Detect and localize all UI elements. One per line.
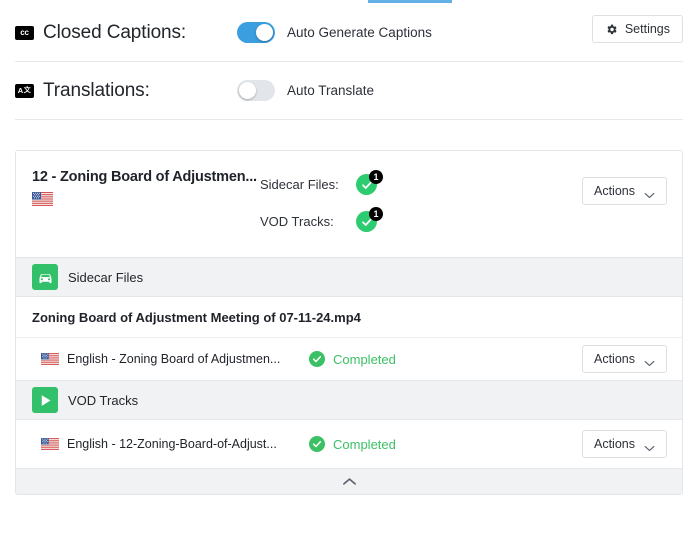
chevron-down-icon [644,356,655,363]
asset-card: 12 - Zoning Board of Adjustmen... [15,150,683,495]
group-name-vod-tracks: VOD Tracks [68,393,138,408]
vod-tracks-count-row: VOD Tracks: 1 [260,206,682,236]
toggle-knob [239,82,256,99]
track-label-group: English - 12-Zoning-Board-of-Adjust... [41,437,309,451]
us-flag-icon [41,438,59,450]
translations-label-group: A文 Translations: [15,80,237,102]
track-label-group: English - Zoning Board of Adjustmen... [41,352,309,366]
asset-title: 12 - Zoning Board of Adjustmen... [32,169,260,185]
translations-label: Translations: [43,80,150,102]
asset-actions-button[interactable]: Actions [582,177,667,205]
auto-translate-toggle[interactable] [237,80,275,101]
asset-title-column: 12 - Zoning Board of Adjustmen... [32,167,260,206]
track-row: English - Zoning Board of Adjustmen... C… [16,337,682,380]
asset-actions-wrapper: Actions [582,177,667,205]
track-actions-button[interactable]: Actions [582,430,667,458]
track-row: English - 12-Zoning-Board-of-Adjust... C… [16,420,682,468]
sidecar-files-status-badge: 1 [356,172,384,196]
asset-card-header: 12 - Zoning Board of Adjustmen... [16,151,682,257]
vod-tracks-count-label: VOD Tracks: [260,214,356,229]
tab-active-indicator[interactable] [368,0,452,3]
track-status-label: Completed [333,437,396,452]
track-label: English - Zoning Board of Adjustmen... [67,352,280,366]
collapse-card-button[interactable] [16,468,682,494]
auto-translate-label: Auto Translate [287,83,374,98]
toggle-knob [256,24,273,41]
check-circle-icon [309,436,325,452]
closed-caption-icon: cc [15,26,34,40]
asset-actions-label: Actions [594,184,635,198]
translate-icon: A文 [15,84,34,98]
sidecar-files-count-label: Sidecar Files: [260,177,356,192]
chevron-up-icon [342,477,357,486]
track-label: English - 12-Zoning-Board-of-Adjust... [67,437,277,451]
settings-button-label: Settings [625,22,670,36]
closed-captions-label-group: cc Closed Captions: [15,22,237,44]
track-actions-label: Actions [594,437,635,451]
us-flag-icon [41,353,59,365]
track-status: Completed [309,436,582,452]
chevron-down-icon [644,188,655,195]
vod-tracks-status-badge: 1 [356,209,384,233]
car-icon [32,264,58,290]
sidecar-files-count-bubble: 1 [369,170,383,184]
settings-button[interactable]: Settings [592,15,683,43]
us-flag-icon [32,192,260,206]
auto-generate-captions-label: Auto Generate Captions [287,25,432,40]
group-header-vod-tracks[interactable]: VOD Tracks [16,380,682,420]
track-status-label: Completed [333,352,396,367]
check-circle-icon [309,351,325,367]
auto-translate-toggle-group: Auto Translate [237,80,374,101]
chevron-down-icon [644,441,655,448]
closed-captions-row: cc Closed Captions: Auto Generate Captio… [15,4,683,62]
auto-generate-captions-toggle[interactable] [237,22,275,43]
gear-icon [605,23,618,36]
sidecar-file-name-row: Zoning Board of Adjustment Meeting of 07… [16,297,682,337]
auto-generate-captions-toggle-group: Auto Generate Captions [237,22,432,43]
play-icon [32,387,58,413]
page-root: cc Closed Captions: Auto Generate Captio… [0,0,700,544]
group-header-sidecar-files[interactable]: Sidecar Files [16,257,682,297]
track-actions-label: Actions [594,352,635,366]
translations-row: A文 Translations: Auto Translate [15,62,683,120]
track-actions-button[interactable]: Actions [582,345,667,373]
sidecar-file-name: Zoning Board of Adjustment Meeting of 07… [32,310,361,325]
closed-captions-label: Closed Captions: [43,22,186,44]
group-name-sidecar-files: Sidecar Files [68,270,143,285]
track-status: Completed [309,351,582,367]
vod-tracks-count-bubble: 1 [369,207,383,221]
